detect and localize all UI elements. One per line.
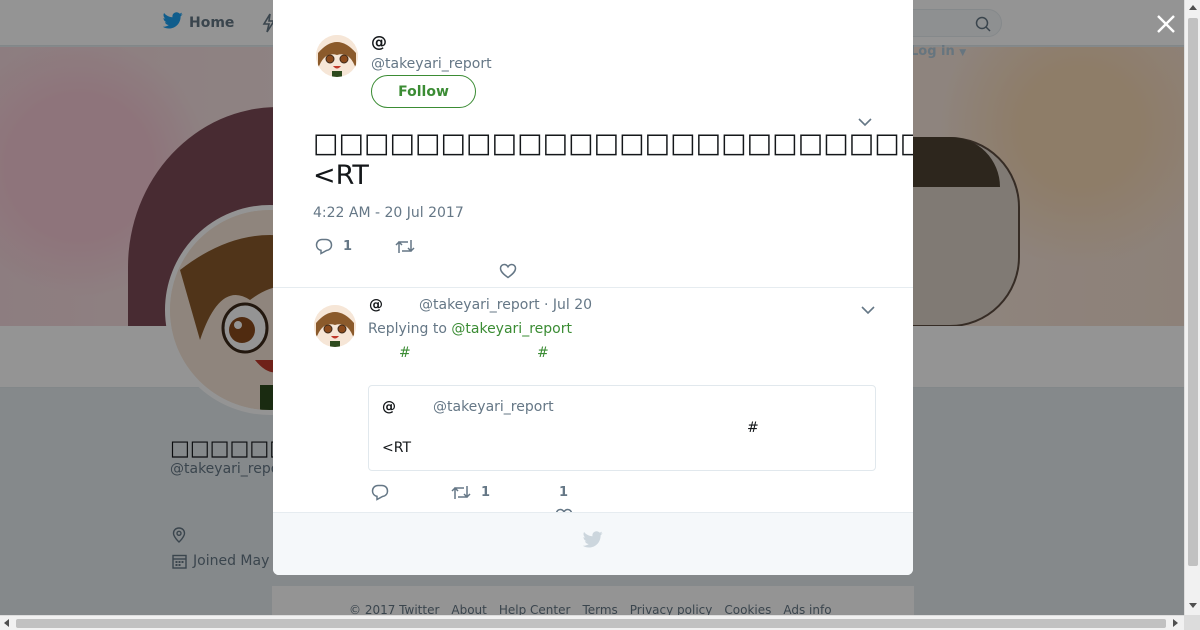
chevron-down-icon[interactable] xyxy=(861,300,875,319)
modal-footer xyxy=(273,512,913,575)
reply-author-avatar[interactable] xyxy=(314,305,356,347)
quoted-hashtag: # xyxy=(747,420,759,436)
tweet-timestamp[interactable]: 4:22 AM - 20 Jul 2017 xyxy=(313,205,464,221)
quoted-author-handle: @takeyari_report xyxy=(433,399,554,415)
tweet-author-name[interactable]: @ xyxy=(371,32,387,51)
reply-author-name[interactable]: @ xyxy=(369,297,383,313)
login-menu[interactable]: Log in ▼ xyxy=(910,44,966,59)
reply-retweet-button[interactable]: 1 xyxy=(451,484,490,501)
replying-prefix: Replying to xyxy=(368,321,447,337)
tweet-modal: @ @takeyari_report Follow □□□□□□□□□□□□□□… xyxy=(273,0,913,575)
tweet-text-line2: <RT xyxy=(313,160,369,191)
reply-reply-icon[interactable] xyxy=(371,484,389,505)
reply-hashtag[interactable]: # xyxy=(399,345,411,361)
twitter-bird-icon xyxy=(582,531,603,552)
replying-handle[interactable]: @takeyari_report xyxy=(451,321,572,337)
tweet-author-handle[interactable]: @takeyari_report xyxy=(371,56,492,72)
reply-header: @ @takeyari_report · Jul 20 xyxy=(369,297,593,313)
retweet-icon xyxy=(451,486,471,499)
replying-to: Replying to @takeyari_report xyxy=(368,321,572,337)
quoted-text: <RT xyxy=(382,440,411,456)
retweet-icon[interactable] xyxy=(395,238,415,259)
follow-button[interactable]: Follow xyxy=(371,75,476,108)
vertical-scrollbar[interactable] xyxy=(1184,0,1200,615)
like-icon[interactable] xyxy=(499,263,517,283)
reply-like-count: 1 xyxy=(559,485,569,500)
horizontal-scrollbar[interactable] xyxy=(0,615,1184,630)
close-icon[interactable] xyxy=(1154,12,1178,36)
tweet-author-avatar[interactable] xyxy=(316,35,358,77)
reply-date[interactable]: Jul 20 xyxy=(553,297,592,313)
quoted-author-name: @ xyxy=(382,399,396,415)
quoted-tweet[interactable]: @ @takeyari_report # <RT xyxy=(368,385,876,471)
reply-retweet-count: 1 xyxy=(481,485,491,500)
reply-icon xyxy=(315,238,333,255)
divider xyxy=(273,287,913,288)
reply-hashtag[interactable]: # xyxy=(537,345,549,361)
caret-down-icon: ▼ xyxy=(959,48,967,58)
tweet-text: □□□□□□□□□□□□□□□□□□□□□□□□□□□□□□□□□□□□□□□□… xyxy=(313,128,913,159)
scrollbar-corner xyxy=(1184,615,1200,630)
reply-author-handle[interactable]: @takeyari_report xyxy=(419,297,540,313)
reply-button[interactable]: 1 xyxy=(315,238,352,255)
reply-count: 1 xyxy=(343,239,353,254)
tweet-text-main: □□□□□□□□□□□□□□□□□□□□□□□□□□□□□□□□□□□□□□□□… xyxy=(313,128,913,159)
login-label: Log in xyxy=(910,44,955,59)
